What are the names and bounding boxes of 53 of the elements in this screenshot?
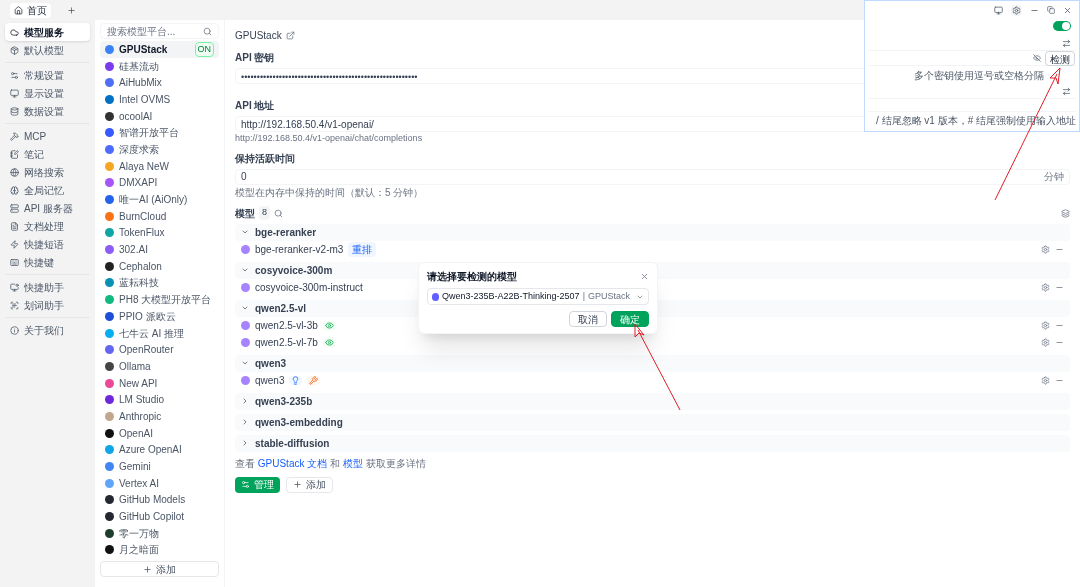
provider-name: AiHubMix [119,76,163,91]
provider-name: 智谱开放平台 [119,126,180,141]
provider-name: ocoolAI [119,109,154,124]
model-name: qwen2.5-vl-7b [255,335,318,350]
rerank-tag: 重排 [348,241,377,257]
field-label: API 密钥 [235,51,275,65]
provider-name: PPIO 派欧云 [119,309,177,324]
provider-name: OpenRouter [119,343,175,358]
model-name: qwen2.5-vl-3b [255,318,318,333]
provider-name: GPUStack [119,42,169,57]
provider-name: LM Studio [119,393,166,408]
provider-name: 深度求索 [119,142,160,157]
provider-name: New API [119,376,159,391]
provider-name: Ollama [119,359,152,374]
section-title: 模型 [235,206,255,221]
field-label: API 地址 [235,99,275,113]
provider-name: Azure OpenAI [119,443,183,458]
provider-name: 硅基流动 [119,59,160,74]
provider-name: PH8 大模型开放平台 [119,293,213,308]
provider-name: Vertex AI [119,476,161,491]
provider-name: Intel OVMS [119,92,172,107]
provider-name: TokenFlux [119,226,166,241]
provider-name: Gemini [119,460,152,475]
provider-name: Cephalon [119,259,163,274]
provider-name: DMXAPI [119,176,159,191]
dialog-title: 请选择要检测的模型 [427,270,517,284]
provider-name: GitHub Models [119,493,187,508]
provider-name: Anthropic [119,409,163,424]
provider-name: 零一万物 [119,526,160,541]
provider-name: 七牛云 AI 推理 [119,326,185,341]
provider-name: OpenAI [119,426,154,441]
unit-label: 分钟 [1044,170,1064,184]
provider-name: BurnCloud [119,209,168,224]
api-key-hint: 多个密钥使用逗号或空格分隔 [914,69,1045,83]
status-badge: ON [194,41,214,58]
count-badge: 8 [259,206,270,220]
model-name: cosyvoice-300m-instruct [255,280,363,295]
docs-note: 查看 GPUStack 文档 和 模型 获取更多详情 [235,456,427,471]
url-preview-hint: http://192.168.50.4/v1-openai/chat/completions [235,132,423,145]
provider-name: 蓝耘科技 [119,276,160,291]
field-label: 保持活跃时间 [235,151,295,166]
keep-alive-hint: 模型在内存中保持的时间（默认：5 分钟） [235,185,424,200]
provider-name: Alaya NeW [119,159,170,174]
provider-name: GitHub Copilot [119,510,186,525]
separator: | [582,289,585,303]
provider-name: 月之暗面 [119,543,160,558]
model-name: qwen3 [255,373,285,388]
model-name: bge-reranker-v2-m3 [255,242,344,257]
search-placeholder: 搜索模型平台... [107,24,176,39]
provider-name: 302.AI [119,243,149,258]
provider-title: GPUStack [235,28,282,43]
field-value: 0 [241,170,247,184]
provider-name: 唯一AI (AiOnly) [119,193,189,208]
